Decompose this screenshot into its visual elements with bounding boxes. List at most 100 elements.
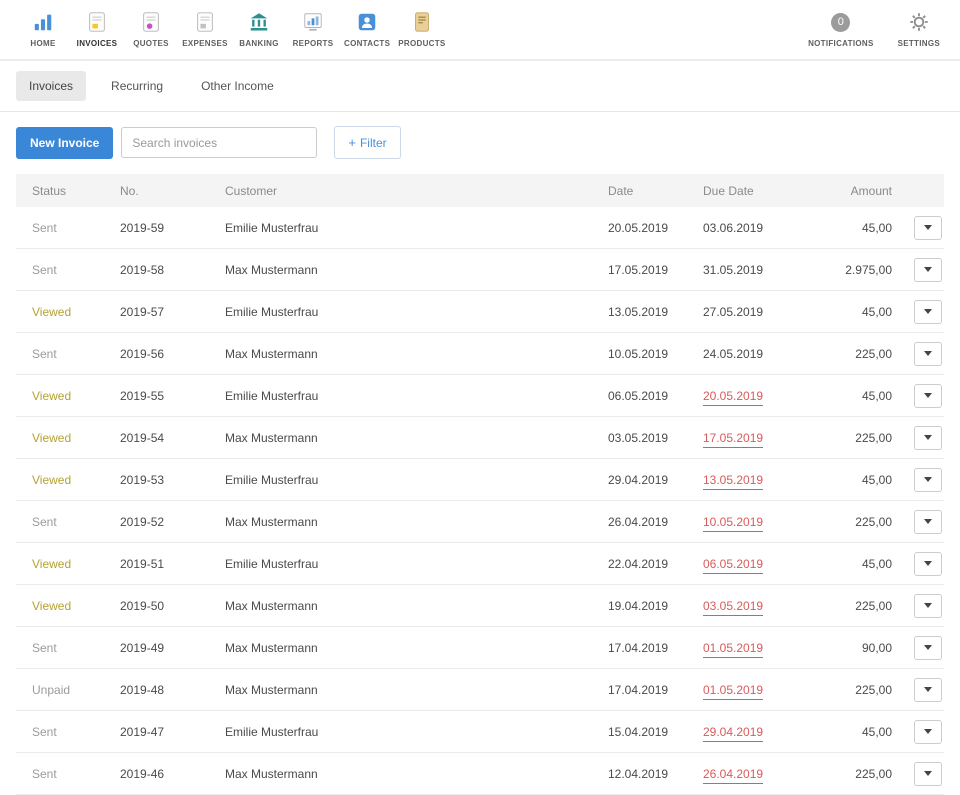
status-cell: Viewed	[32, 304, 72, 319]
chevron-down-icon	[924, 351, 932, 356]
column-header-no: No.	[120, 183, 139, 198]
nav-item-label: PRODUCTS	[398, 39, 446, 48]
row-actions-button[interactable]	[914, 467, 942, 492]
top-nav: HOME INVOICES QUOTES EXPENSES BANKING REPORTS…	[0, 0, 960, 61]
filter-button[interactable]: + Filter	[334, 126, 401, 159]
nav-item-label: EXPENSES	[182, 39, 228, 48]
customer-cell: Max Mustermann	[225, 262, 318, 277]
nav-item-home[interactable]: HOME	[16, 9, 70, 48]
nav-item-banking[interactable]: BANKING	[232, 9, 286, 48]
row-actions-button[interactable]	[914, 677, 942, 702]
nav-item-reports[interactable]: REPORTS	[286, 9, 340, 48]
customer-cell: Max Mustermann	[225, 514, 318, 529]
row-actions-button[interactable]	[914, 551, 942, 576]
amount-cell: 45,00	[861, 220, 892, 235]
banking-icon	[248, 10, 270, 34]
amount-cell: 90,00	[861, 640, 892, 655]
actions-cell	[896, 509, 944, 534]
actions-cell	[896, 677, 944, 702]
actions-cell	[896, 299, 944, 324]
row-actions-button[interactable]	[914, 719, 942, 744]
due-date-cell: 24.05.2019	[703, 346, 764, 361]
status-cell: Viewed	[32, 430, 72, 445]
customer-cell: Emilie Musterfrau	[225, 556, 319, 571]
nav-item-contacts[interactable]: CONTACTS	[340, 9, 394, 48]
amount-cell: 225,00	[855, 346, 892, 361]
customer-cell: Max Mustermann	[225, 682, 318, 697]
invoice-row[interactable]: Viewed 2019-53 Emilie Musterfrau 29.04.2019…	[16, 459, 944, 501]
actions-cell	[896, 761, 944, 786]
customer-cell: Max Mustermann	[225, 640, 318, 655]
date-cell: 19.04.2019	[608, 598, 669, 613]
row-actions-button[interactable]	[914, 509, 942, 534]
invoice-no-cell: 2019-58	[120, 262, 165, 277]
invoice-row[interactable]: Viewed 2019-55 Emilie Musterfrau 06.05.2019…	[16, 375, 944, 417]
row-actions-button[interactable]	[914, 425, 942, 450]
contacts-icon	[356, 10, 378, 34]
invoice-row[interactable]: Sent 2019-47 Emilie Musterfrau 15.04.2019 29…	[16, 711, 944, 753]
status-cell: Sent	[32, 220, 57, 235]
status-cell: Viewed	[32, 598, 72, 613]
quotes-icon	[140, 10, 162, 34]
nav-item-label: BANKING	[239, 39, 279, 48]
filter-button-label: Filter	[359, 136, 387, 150]
nav-item-label: REPORTS	[292, 39, 334, 48]
status-cell: Sent	[32, 640, 57, 655]
invoice-row[interactable]: Sent 2019-52 Max Mustermann 26.04.2019 10.05…	[16, 501, 944, 543]
row-actions-button[interactable]	[914, 593, 942, 618]
products-icon	[411, 10, 433, 34]
invoice-row[interactable]: Sent 2019-56 Max Mustermann 10.05.2019 24.05…	[16, 333, 944, 375]
toolbar: New Invoice +Filter	[0, 112, 960, 174]
nav-item-invoices[interactable]: INVOICES	[70, 9, 124, 48]
row-actions-button[interactable]	[914, 383, 942, 408]
tab-invoices[interactable]: Invoices	[16, 71, 87, 101]
row-actions-button[interactable]	[914, 635, 942, 660]
nav-item-products[interactable]: PRODUCTS	[394, 9, 449, 48]
tab-recurring[interactable]: Recurring	[98, 71, 176, 101]
invoice-row[interactable]: Unpaid 2019-48 Max Mustermann 17.04.2019 01.…	[16, 669, 944, 711]
row-actions-button[interactable]	[914, 761, 942, 786]
due-date-cell: 29.04.2019	[703, 724, 808, 742]
invoice-row[interactable]: Viewed 2019-50 Max Mustermann 19.04.2019 03.…	[16, 585, 944, 627]
actions-cell	[896, 719, 944, 744]
customer-cell: Max Mustermann	[225, 430, 318, 445]
invoice-row[interactable]: Sent 2019-58 Max Mustermann 17.05.2019 31.05…	[16, 249, 944, 291]
column-header-due-date: Due Date	[703, 183, 754, 198]
date-cell: 15.04.2019	[608, 724, 669, 739]
date-cell: 12.04.2019	[608, 766, 669, 781]
date-cell: 26.04.2019	[608, 514, 669, 529]
customer-cell: Emilie Musterfrau	[225, 388, 319, 403]
row-actions-button[interactable]	[914, 257, 942, 282]
invoice-row[interactable]: Viewed 2019-57 Emilie Musterfrau 13.05.2019…	[16, 291, 944, 333]
due-date-cell: 20.05.2019	[703, 388, 808, 406]
invoice-row[interactable]: Sent 2019-46 Max Mustermann 12.04.2019 26.04…	[16, 753, 944, 795]
due-date-cell: 03.06.2019	[703, 220, 764, 235]
invoice-row[interactable]: Viewed 2019-51 Emilie Musterfrau 22.04.2019…	[16, 543, 944, 585]
nav-item-label: NOTIFICATIONS	[808, 39, 874, 48]
date-cell: 20.05.2019	[608, 220, 669, 235]
row-actions-button[interactable]	[914, 299, 942, 324]
invoice-row[interactable]: Sent 2019-59 Emilie Musterfrau 20.05.2019 03…	[16, 207, 944, 249]
row-actions-button[interactable]	[914, 341, 942, 366]
tab-other-income[interactable]: Other Income	[188, 71, 287, 101]
due-date-cell: 26.04.2019	[703, 766, 808, 784]
nav-item-notifications[interactable]: 0 NOTIFICATIONS	[804, 9, 878, 48]
status-cell: Sent	[32, 766, 57, 781]
invoice-row[interactable]: Sent 2019-49 Max Mustermann 17.04.2019 01.05…	[16, 627, 944, 669]
nav-item-settings[interactable]: SETTINGS	[894, 9, 944, 48]
new-invoice-button[interactable]: New Invoice	[16, 126, 114, 159]
status-cell: Sent	[32, 514, 57, 529]
due-date-cell: 01.05.2019	[703, 682, 808, 700]
plus-icon: +	[348, 135, 356, 150]
nav-item-expenses[interactable]: EXPENSES	[178, 9, 232, 48]
due-date-cell: 03.05.2019	[703, 598, 808, 616]
actions-cell	[896, 215, 944, 240]
nav-item-quotes[interactable]: QUOTES	[124, 9, 178, 48]
column-header-customer: Customer	[225, 183, 278, 198]
row-actions-button[interactable]	[914, 215, 942, 240]
invoice-row[interactable]: Viewed 2019-54 Max Mustermann 03.05.2019 17.…	[16, 417, 944, 459]
amount-cell: 225,00	[855, 514, 892, 529]
amount-cell: 225,00	[855, 682, 892, 697]
search-invoices-input[interactable]	[121, 127, 318, 158]
chevron-down-icon	[924, 645, 932, 650]
